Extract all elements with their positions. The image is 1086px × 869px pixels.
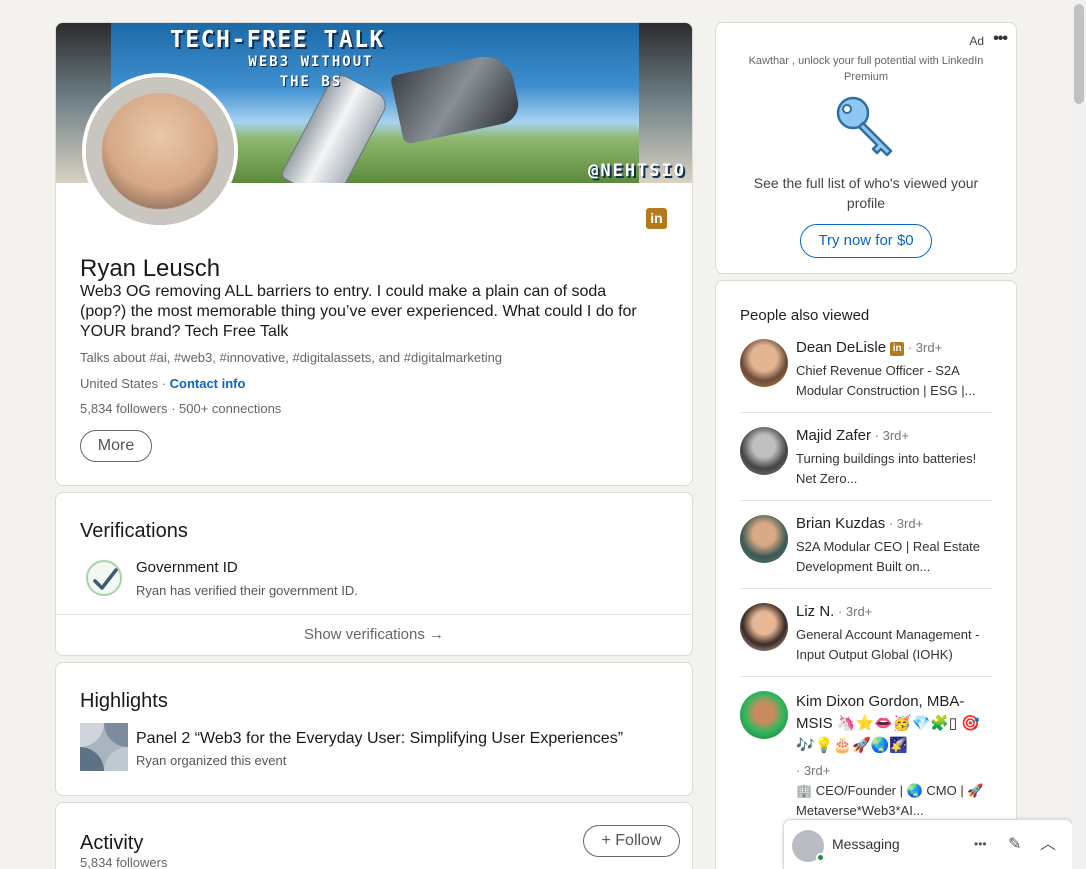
profile-location-row: United States · Contact info <box>80 376 245 391</box>
banner-handle: @NEHTSIO <box>588 161 686 181</box>
scrollbar-thumb[interactable] <box>1074 4 1084 104</box>
person-avatar[interactable] <box>740 427 788 475</box>
verifications-title: Verifications <box>80 520 188 542</box>
avatar-background <box>86 77 234 225</box>
show-verifications-button[interactable]: Show verifications → <box>56 626 692 643</box>
person-degree: · 3rd+ <box>885 516 924 531</box>
divider <box>740 588 992 589</box>
followers-count[interactable]: 5,834 followers <box>80 401 167 416</box>
messaging-options-icon[interactable]: ••• <box>974 837 987 851</box>
divider <box>740 676 992 677</box>
banner-art-right <box>639 23 692 183</box>
event-thumbnail[interactable] <box>80 723 128 771</box>
connections-count[interactable]: 500+ connections <box>179 401 281 416</box>
chevron-up-icon[interactable]: ︿ <box>1040 830 1056 854</box>
person-degree: · 3rd+ <box>904 340 943 355</box>
person-name[interactable]: Majid Zafer <box>796 427 871 444</box>
key-icon <box>836 96 893 157</box>
person-degree: · 3rd+ <box>796 763 831 778</box>
banner-subtitle-line1: WEB3 WITHOUT <box>248 54 374 70</box>
divider <box>740 412 992 413</box>
person-headline: 🏢 CEO/Founder | 🌏 CMO | 🚀 Metaverse*Web3… <box>796 783 984 818</box>
more-button[interactable]: More <box>80 430 152 462</box>
person-name-row[interactable]: Kim Dixon Gordon, MBA-MSIS 🦄⭐👄🥳💎🧩▯ 🎯🎶💡🎂🚀… <box>796 691 992 757</box>
ad-body-text: See the full list of who's viewed your p… <box>753 175 979 211</box>
activity-title: Activity <box>80 832 144 854</box>
person-degree: · 3rd+ <box>871 428 909 443</box>
premium-ad-card: Ad ••• Kawthar , unlock your full potent… <box>715 22 1017 274</box>
activity-followers: 5,834 followers <box>80 855 168 869</box>
stats-separator: · <box>171 401 180 416</box>
messaging-label[interactable]: Messaging <box>832 836 900 852</box>
person-name-row[interactable]: Liz N. · 3rd+ <box>796 603 872 620</box>
profile-avatar[interactable] <box>82 73 238 229</box>
ad-menu-icon[interactable]: ••• <box>993 30 1008 48</box>
person-headline: Chief Revenue Officer - S2A Modular Cons… <box>796 363 976 398</box>
messaging-bar[interactable]: Messaging ••• ✎ ︿ <box>783 819 1073 869</box>
online-status-icon <box>816 853 825 862</box>
verifications-card: Verifications Government ID Ryan has ver… <box>55 492 693 656</box>
verification-item-desc: Ryan has verified their government ID. <box>136 583 358 598</box>
people-also-viewed-title: People also viewed <box>740 307 870 324</box>
person-name-row[interactable]: Dean DeLisle in · 3rd+ <box>796 339 942 356</box>
people-also-viewed-card: People also viewed Dean DeLisle in · 3rd… <box>715 280 1017 869</box>
verification-item-title: Government ID <box>136 559 238 576</box>
highlights-card: Highlights Panel 2 “Web3 for the Everyda… <box>55 662 693 796</box>
activity-card: Activity + Follow 5,834 followers <box>55 802 693 869</box>
person-name[interactable]: Dean DeLisle <box>796 339 886 356</box>
profile-card: TECH-FREE TALK WEB3 WITHOUT THE BS @NEHT… <box>55 22 693 486</box>
person-avatar[interactable] <box>740 515 788 563</box>
divider <box>56 614 692 615</box>
person-name-row[interactable]: Brian Kuzdas · 3rd+ <box>796 515 923 532</box>
highlight-event-title[interactable]: Panel 2 “Web3 for the Everyday User: Sim… <box>136 730 623 748</box>
divider <box>740 500 992 501</box>
try-premium-button[interactable]: Try now for $0 <box>800 224 932 258</box>
ad-label: Ad <box>969 34 984 48</box>
name-emoji-1: 🦄⭐👄🥳💎🧩▯ <box>836 715 958 732</box>
person-headline: S2A Modular CEO | Real Estate Developmen… <box>796 539 981 574</box>
person-headline: Turning buildings into batteries! Net Ze… <box>796 451 977 486</box>
person-name[interactable]: Brian Kuzdas <box>796 515 885 532</box>
page-scrollbar[interactable] <box>1072 0 1086 869</box>
verified-check-icon <box>86 560 122 596</box>
person-degree: · 3rd+ <box>834 604 873 619</box>
contact-info-link[interactable]: Contact info <box>170 376 246 391</box>
compose-icon[interactable]: ✎ <box>1008 834 1021 854</box>
linkedin-premium-icon: in <box>646 208 667 229</box>
person-name[interactable]: Liz N. <box>796 603 834 620</box>
person-name-row[interactable]: Majid Zafer · 3rd+ <box>796 427 909 444</box>
profile-name: Ryan Leusch <box>80 255 221 282</box>
profile-location: United States <box>80 376 159 391</box>
banner-title: TECH-FREE TALK <box>170 27 385 53</box>
person-avatar[interactable] <box>740 691 788 739</box>
highlight-event-subtitle: Ryan organized this event <box>136 753 287 768</box>
linkedin-premium-icon: in <box>890 342 905 356</box>
ad-pitch: Kawthar , unlock your full potential wit… <box>748 55 984 83</box>
person-avatar[interactable] <box>740 339 788 387</box>
profile-headline: Web3 OG removing ALL barriers to entry. … <box>80 283 637 340</box>
location-separator: · <box>158 376 170 391</box>
person-headline: General Account Management - Input Outpu… <box>796 627 980 662</box>
profile-stats: 5,834 followers · 500+ connections <box>80 401 281 416</box>
highlights-title: Highlights <box>80 690 168 712</box>
profile-talks-about: Talks about #ai, #web3, #innovative, #di… <box>80 350 503 365</box>
follow-button[interactable]: + Follow <box>583 825 680 857</box>
person-avatar[interactable] <box>740 603 788 651</box>
